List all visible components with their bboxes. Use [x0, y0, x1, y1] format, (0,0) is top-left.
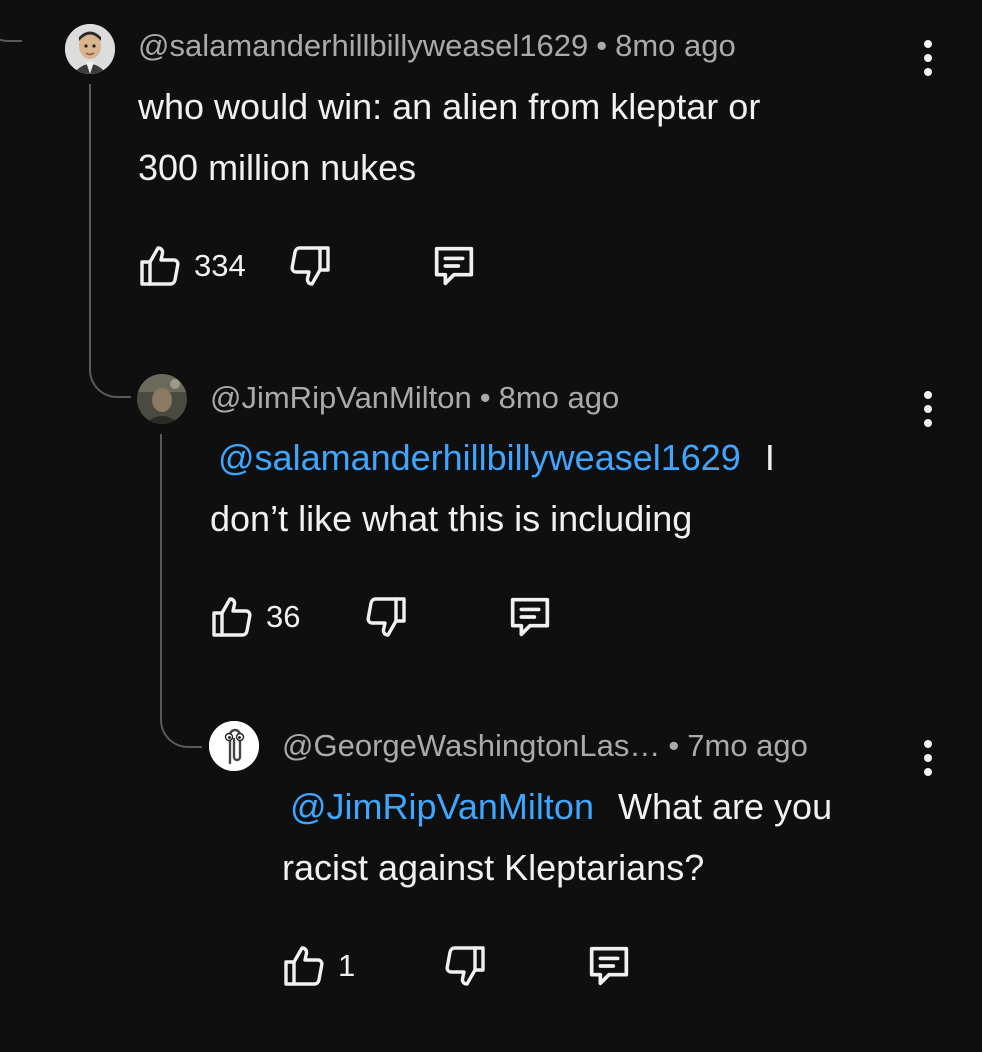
comment-icon: [434, 246, 473, 286]
thumbs-down-icon: [445, 946, 485, 986]
dark-photo-avatar-icon[interactable]: [137, 374, 187, 424]
thread-line-reply-1: [89, 84, 131, 398]
dislike-button[interactable]: [286, 242, 334, 290]
mention-link[interactable]: @JimRipVanMilton: [290, 786, 594, 827]
thumbs-up-icon: [140, 246, 180, 286]
comment-text-line-2: racist against Kleptarians?: [282, 847, 705, 888]
like-button[interactable]: 334: [136, 242, 246, 290]
comment-text-run: I: [764, 437, 775, 478]
comment-actions: 334: [136, 240, 480, 292]
comment-text-line-2: don’t like what this is including: [210, 498, 693, 539]
person-avatar-icon[interactable]: [65, 24, 115, 74]
thumbs-down-icon: [290, 246, 330, 286]
comment-text-line-1: @salamanderhillbillyweasel1629 I: [210, 427, 930, 488]
comment-text: who would win: an alien from kleptar or …: [138, 76, 918, 198]
timestamp: 8mo ago: [498, 380, 620, 415]
paperclip-avatar-icon[interactable]: [209, 721, 259, 771]
comment-text: @JimRipVanMilton What are you racist aga…: [282, 776, 942, 898]
dislike-button[interactable]: [362, 593, 410, 641]
comment-meta: @JimRipVanMilton • 8mo ago: [210, 380, 619, 416]
comment-text-line-2: 300 million nukes: [138, 147, 417, 188]
thumbs-down-icon: [366, 597, 407, 637]
thumbs-up-icon: [212, 597, 252, 637]
thumbs-up-icon: [284, 946, 324, 986]
meta-separator: •: [479, 380, 491, 415]
comment-actions: 1: [280, 940, 635, 992]
like-count: 334: [194, 248, 246, 283]
timestamp: 7mo ago: [687, 728, 808, 763]
mention-link[interactable]: @salamanderhillbillyweasel1629: [218, 437, 741, 478]
like-count: 1: [338, 948, 356, 983]
thread-line-reply-2: [160, 434, 202, 748]
like-count: 36: [266, 599, 301, 634]
comment-icon: [511, 597, 550, 637]
comment-text: @salamanderhillbillyweasel1629 I don’t l…: [210, 427, 930, 549]
like-button[interactable]: 1: [280, 942, 355, 990]
thread-line-top: [0, 0, 22, 42]
comment-icon: [590, 946, 629, 986]
comment-actions: 36: [208, 591, 556, 643]
comment-meta: @salamanderhillbillyweasel1629 • 8mo ago: [138, 28, 736, 64]
comment-text-line-1: who would win: an alien from kleptar or: [138, 86, 761, 127]
like-button[interactable]: 36: [208, 593, 300, 641]
author-name[interactable]: @GeorgeWashingtonLas…: [282, 728, 660, 763]
author-name[interactable]: @salamanderhillbillyweasel1629: [138, 28, 588, 63]
reply-button[interactable]: [583, 940, 635, 992]
reply-button[interactable]: [504, 591, 556, 643]
comment-text-run: What are you: [617, 786, 833, 827]
meta-separator: •: [596, 28, 608, 63]
comment-text-line-1: @JimRipVanMilton What are you: [282, 776, 942, 837]
author-name[interactable]: @JimRipVanMilton: [210, 380, 472, 415]
meta-separator: •: [668, 728, 680, 763]
reply-button[interactable]: [428, 240, 480, 292]
comment-meta: @GeorgeWashingtonLas… • 7mo ago: [282, 728, 808, 764]
timestamp: 8mo ago: [615, 28, 736, 63]
dislike-button[interactable]: [441, 942, 489, 990]
